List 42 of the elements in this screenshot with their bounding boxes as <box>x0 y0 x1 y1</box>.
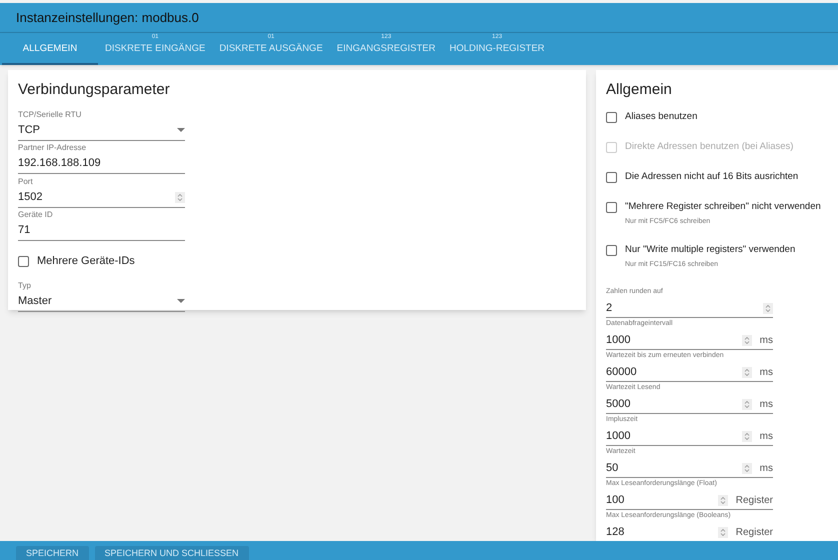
input-field[interactable]: 1000 ms <box>606 332 773 350</box>
checkbox-label: "Mehrere Register schreiben" nicht verwenden <box>625 200 821 214</box>
card-title: Verbindungsparameter <box>18 80 171 100</box>
input-field[interactable]: 5000 ms <box>606 396 773 414</box>
checkbox[interactable] <box>18 256 29 266</box>
input-field[interactable]: 1502 <box>18 188 185 208</box>
checkbox-label: Die Adressen nicht auf 16 Bits ausrichten <box>625 170 798 184</box>
checkbox-label: Mehrere Geräte-IDs <box>37 254 135 269</box>
spinner-icon[interactable] <box>763 302 773 314</box>
spinner-icon[interactable] <box>742 462 752 474</box>
spinner-icon[interactable] <box>718 526 728 538</box>
input-field[interactable]: 71 <box>18 221 185 241</box>
input-field[interactable]: 50 ms <box>606 460 773 478</box>
checkbox[interactable] <box>606 202 617 212</box>
spinner-icon[interactable] <box>718 494 728 506</box>
checkbox[interactable] <box>606 112 617 122</box>
field-label: Partner IP-Adresse <box>18 143 88 153</box>
input-field[interactable]: 100 Register <box>606 492 773 510</box>
checkbox[interactable] <box>606 172 617 182</box>
field-label: TCP/Serielle RTU <box>18 110 82 120</box>
select-field[interactable]: TCP <box>18 120 185 140</box>
field-label: Port <box>18 176 34 186</box>
spinner-icon[interactable] <box>175 192 185 202</box>
field-label: Geräte ID <box>18 210 54 220</box>
card-title: Allgemein <box>606 80 673 100</box>
caret-icon <box>177 299 185 303</box>
input-field[interactable]: 2 <box>606 300 773 318</box>
input-field[interactable]: 60000 ms <box>606 364 773 382</box>
checkbox[interactable] <box>606 244 617 256</box>
caret-icon <box>177 128 185 132</box>
checkbox-label: Nur "Write multiple registers" verwenden <box>625 242 796 256</box>
spinner-icon[interactable] <box>742 366 752 378</box>
checkbox-label: Direkte Adressen benutzen (bei Aliases) <box>625 140 794 154</box>
input-field[interactable]: 192.168.188.109 <box>18 154 185 174</box>
spinner-icon[interactable] <box>742 430 752 442</box>
window-title: Instanzeinstellungen: modbus.0 <box>16 8 199 27</box>
field-label: Typ <box>18 280 32 290</box>
input-field[interactable]: 1000 ms <box>606 428 773 446</box>
checkbox-label: Aliases benutzen <box>625 110 698 124</box>
select-field[interactable]: Master <box>18 292 185 312</box>
spinner-icon[interactable] <box>742 398 752 410</box>
spinner-icon[interactable] <box>742 334 752 346</box>
